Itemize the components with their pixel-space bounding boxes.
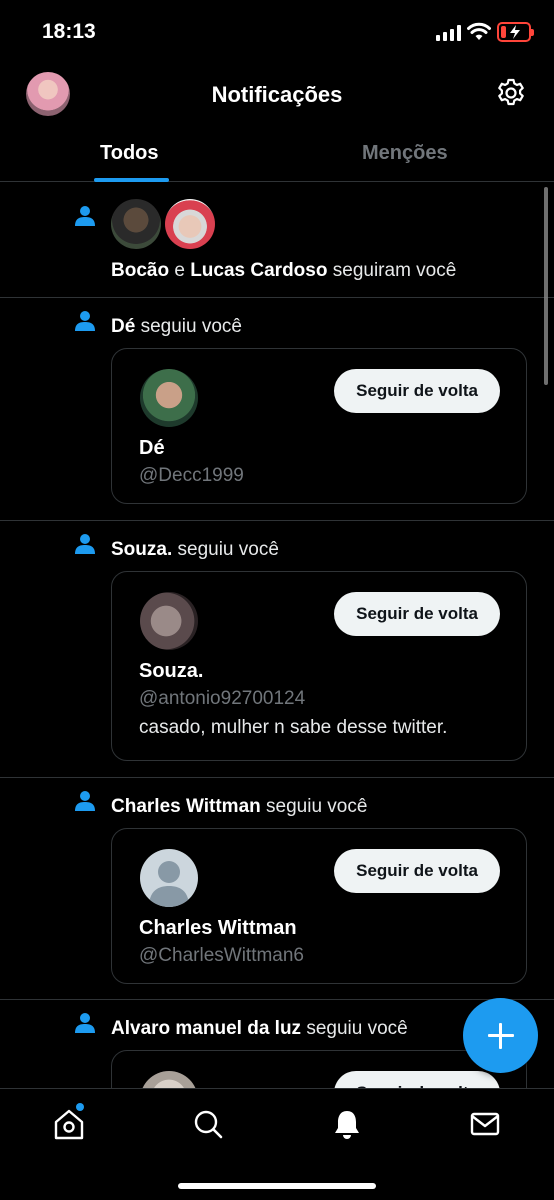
unread-dot [76, 1103, 84, 1111]
notification-item[interactable]: Dé seguiu você Seguir de volta Dé @Decc1… [0, 298, 554, 521]
mail-icon[interactable] [468, 1107, 502, 1141]
search-icon[interactable] [191, 1107, 225, 1141]
follower-name[interactable]: Souza. [111, 539, 172, 560]
notification-text: Dé seguiu você [111, 316, 242, 337]
user-name: Dé [139, 437, 165, 459]
user-handle: @Decc1999 [139, 465, 244, 486]
follow-back-button[interactable]: Seguir de volta [334, 849, 500, 893]
user-card[interactable]: Seguir de volta Souza. @antonio92700124 … [111, 571, 527, 761]
default-avatar-icon[interactable] [140, 849, 198, 907]
person-icon [75, 1013, 95, 1033]
avatar-bocao[interactable] [111, 199, 161, 249]
notification-text: Charles Wittman seguiu você [111, 796, 368, 817]
user-avatar[interactable] [140, 592, 198, 650]
header: Notificações [0, 62, 554, 124]
person-icon [75, 311, 95, 331]
bottom-nav [0, 1088, 554, 1200]
follow-back-button[interactable]: Seguir de volta [334, 1071, 500, 1088]
notification-text: Alvaro manuel da luz seguiu você [111, 1018, 408, 1039]
bell-icon[interactable] [330, 1107, 364, 1141]
gear-icon[interactable] [495, 77, 527, 109]
user-avatar[interactable] [140, 369, 198, 427]
follow-back-button[interactable]: Seguir de volta [334, 369, 500, 413]
user-card[interactable]: Seguir de volta Charles Wittman @Charles… [111, 828, 527, 984]
battery-icon [497, 22, 534, 42]
notification-item[interactable]: Charles Wittman seguiu você Seguir de vo… [0, 778, 554, 1000]
user-card[interactable]: Seguir de volta Dé @Decc1999 [111, 348, 527, 504]
notification-text: Bocão e Lucas Cardoso seguiram você [111, 260, 457, 281]
tab-mencoes[interactable]: Menções [362, 142, 448, 165]
avatar-lucas-cardoso[interactable] [165, 199, 215, 249]
follower-name[interactable]: Alvaro manuel da luz [111, 1018, 301, 1039]
wifi-icon [467, 22, 491, 40]
follower-name[interactable]: Charles Wittman [111, 796, 261, 817]
compose-button[interactable] [463, 998, 538, 1073]
user-name: Charles Wittman [139, 917, 297, 939]
status-time: 18:13 [42, 20, 96, 43]
user-name: Souza. [139, 660, 204, 682]
notifications-feed[interactable]: Bocão e Lucas Cardoso seguiram você Dé s… [0, 183, 554, 1088]
home-icon[interactable] [52, 1107, 86, 1141]
user-bio: casado, mulher n sabe desse twitter. [139, 717, 448, 738]
tab-indicator [94, 178, 169, 182]
user-handle: @CharlesWittman6 [139, 945, 304, 966]
notification-item[interactable]: Bocão e Lucas Cardoso seguiram você [0, 183, 554, 298]
home-indicator[interactable] [178, 1183, 376, 1189]
user-avatar[interactable] [140, 1071, 198, 1088]
notification-text: Souza. seguiu você [111, 539, 279, 560]
page-title: Notificações [211, 82, 343, 107]
tab-bar: Todos Menções [0, 124, 554, 182]
cellular-signal-icon [436, 25, 461, 41]
follower-name[interactable]: Dé [111, 316, 135, 337]
scrollbar[interactable] [544, 187, 548, 385]
user-handle: @antonio92700124 [139, 688, 306, 709]
person-icon [75, 534, 95, 554]
person-icon [75, 206, 95, 226]
status-bar: 18:13 [0, 0, 554, 62]
user-card[interactable]: Seguir de volta [111, 1050, 527, 1088]
follow-back-button[interactable]: Seguir de volta [334, 592, 500, 636]
notification-item[interactable]: Souza. seguiu você Seguir de volta Souza… [0, 521, 554, 778]
follower-name[interactable]: Lucas Cardoso [190, 260, 327, 281]
follower-name[interactable]: Bocão [111, 260, 169, 281]
tab-todos[interactable]: Todos [100, 142, 159, 165]
person-icon [75, 791, 95, 811]
